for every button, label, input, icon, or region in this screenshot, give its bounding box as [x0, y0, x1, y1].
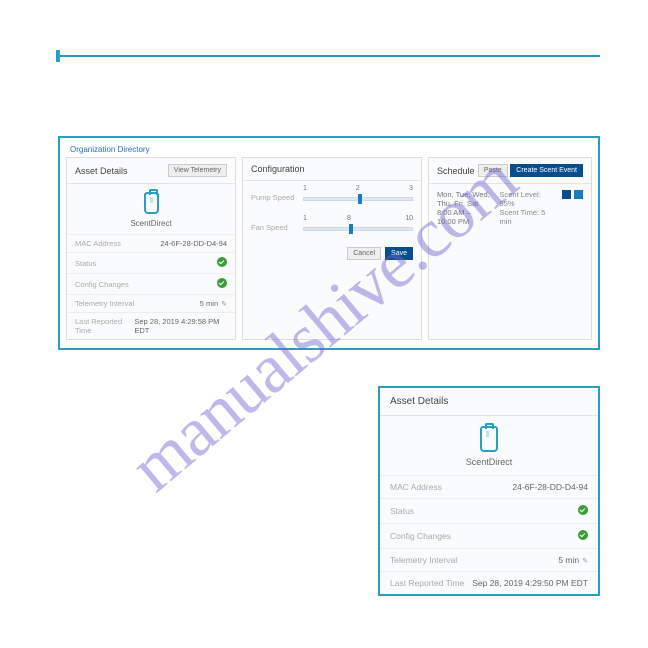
cancel-button[interactable]: Cancel — [347, 247, 381, 260]
fan-tick-max: 10 — [405, 215, 413, 222]
device-name: ScentDirect — [466, 457, 513, 467]
detail-row: MAC Address 24-6F-28-DD-D4-94 — [67, 234, 235, 252]
detail-row: Config Changes — [380, 523, 598, 548]
check-icon — [217, 257, 227, 267]
configuration-card: Configuration Pump Speed 1 2 3 — [242, 157, 422, 340]
delete-icon[interactable] — [574, 190, 583, 199]
detail-value: 24-6F-28-DD-D4-94 — [512, 482, 588, 492]
detail-label: MAC Address — [75, 239, 121, 248]
check-icon — [578, 530, 588, 540]
detail-row: MAC Address 24-6F-28-DD-D4-94 — [380, 475, 598, 498]
asset-details-card: Asset Details View Telemetry ScentDirect… — [66, 157, 236, 340]
pencil-icon[interactable]: ✎ — [582, 557, 588, 565]
configuration-title: Configuration — [251, 164, 305, 174]
detail-label: Telemetry Interval — [390, 555, 457, 565]
pump-speed-slider[interactable]: 1 2 3 — [303, 187, 413, 207]
schedule-days: Mon, Tue, Wed, Thu, Fri, Sat — [437, 190, 492, 208]
detail-value: 5 min✎ — [558, 555, 588, 565]
zoom-panel: Asset Details ScentDirect MAC Address 24-… — [378, 386, 600, 596]
device-icon — [480, 426, 498, 452]
device-name: ScentDirect — [130, 219, 171, 228]
detail-label: MAC Address — [390, 482, 442, 492]
detail-value: 24-6F-28-DD-D4-94 — [160, 239, 227, 248]
paste-button[interactable]: Paste — [478, 164, 508, 177]
detail-value: 5 min✎ — [200, 299, 227, 308]
scent-time: Scent Time: 5 min — [500, 208, 555, 226]
pencil-icon[interactable]: ✎ — [221, 300, 227, 308]
fan-speed-slider[interactable]: 1 8 10 — [303, 217, 413, 237]
detail-value — [217, 278, 227, 290]
detail-value: Sep 28, 2019 4:29:58 PM EDT — [134, 317, 227, 335]
detail-row: Status — [380, 498, 598, 523]
detail-label: Status — [75, 259, 96, 268]
pump-tick-max: 3 — [409, 185, 413, 192]
detail-label: Last Reported Time — [390, 578, 464, 588]
save-button[interactable]: Save — [385, 247, 413, 260]
schedule-title: Schedule — [437, 166, 475, 176]
check-icon — [217, 278, 227, 288]
zoom-asset-details-title: Asset Details — [390, 396, 448, 407]
detail-label: Telemetry Interval — [75, 299, 134, 308]
pump-tick-min: 1 — [303, 185, 307, 192]
detail-row: Status — [67, 252, 235, 273]
main-panel: Organization Directory Asset Details Vie… — [58, 136, 600, 350]
fan-tick-mid: 8 — [347, 215, 351, 222]
view-telemetry-button[interactable]: View Telemetry — [168, 164, 227, 177]
detail-label: Config Changes — [75, 280, 129, 289]
scent-level: Scent Level: 95% — [500, 190, 555, 208]
detail-row: Last Reported TimeSep 28, 2019 4:29:58 P… — [67, 312, 235, 339]
horizontal-rule — [58, 55, 600, 57]
pump-speed-label: Pump Speed — [251, 193, 303, 202]
detail-value — [217, 257, 227, 269]
check-icon — [578, 505, 588, 515]
breadcrumb[interactable]: Organization Directory — [60, 138, 598, 157]
fan-tick-min: 1 — [303, 215, 307, 222]
detail-value: Sep 28, 2019 4:29:50 PM EDT — [472, 578, 588, 588]
schedule-card: Schedule Paste Create Scent Event Mon, T… — [428, 157, 592, 340]
fan-speed-label: Fan Speed — [251, 223, 303, 232]
detail-value — [578, 530, 588, 542]
create-scent-event-button[interactable]: Create Scent Event — [510, 164, 583, 177]
edit-icon[interactable] — [562, 190, 571, 199]
asset-details-title: Asset Details — [75, 166, 128, 176]
detail-row: Telemetry Interval 5 min✎ — [380, 548, 598, 571]
schedule-time: 8:00 AM – 10:00 PM — [437, 208, 492, 226]
detail-value — [578, 505, 588, 517]
detail-label: Status — [390, 506, 414, 516]
detail-row: Telemetry Interval 5 min✎ — [67, 294, 235, 312]
detail-row: Config Changes — [67, 273, 235, 294]
device-icon — [144, 192, 159, 214]
detail-row: Last Reported Time Sep 28, 2019 4:29:50 P… — [380, 571, 598, 594]
detail-label: Config Changes — [390, 531, 451, 541]
detail-label: Last Reported Time — [75, 317, 134, 335]
pump-tick-mid: 2 — [356, 185, 360, 192]
